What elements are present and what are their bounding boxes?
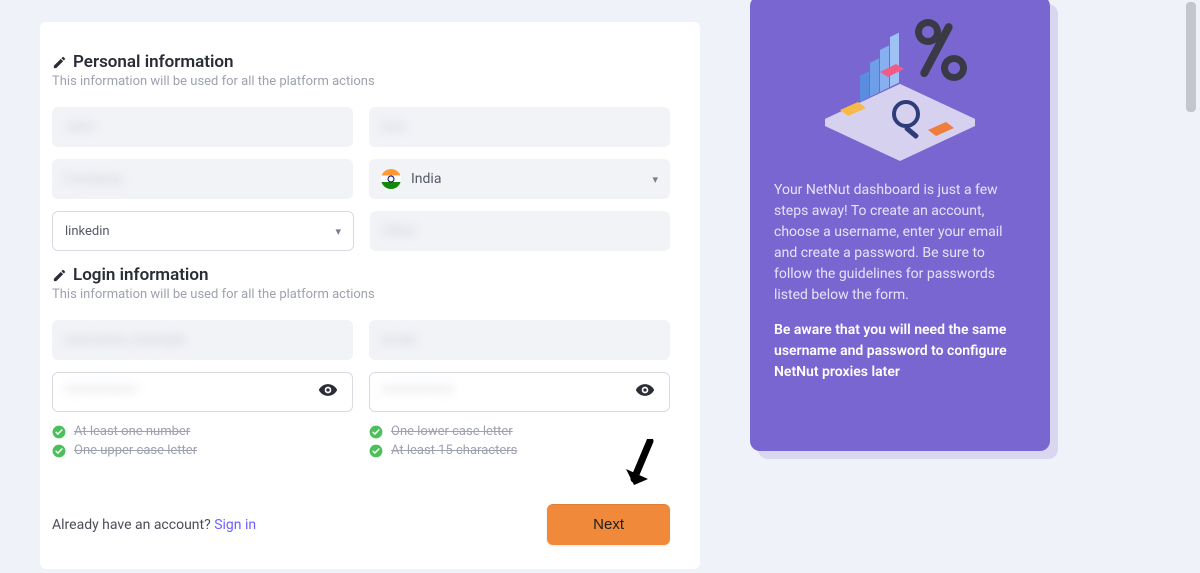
login-header: Login information	[52, 265, 670, 285]
country-select[interactable]: India ▾	[369, 159, 670, 199]
login-subtitle: This information will be used for all th…	[52, 287, 670, 302]
company-field[interactable]: Company	[52, 159, 353, 199]
personal-subtitle: This information will be used for all th…	[52, 74, 670, 89]
check-icon	[52, 425, 66, 439]
rule-length: At least 15 characters	[369, 443, 670, 458]
source-select-value: linkedin	[65, 224, 110, 239]
rule-lower: One lower case letter	[369, 424, 670, 439]
already-have-account: Already have an account? Sign in	[52, 517, 256, 533]
username-field[interactable]: username_example	[52, 320, 353, 360]
pencil-icon	[52, 55, 67, 70]
chevron-down-icon: ▾	[335, 225, 341, 238]
eye-icon[interactable]	[318, 380, 338, 404]
check-icon	[369, 444, 383, 458]
page-scrollbar[interactable]	[1183, 0, 1198, 573]
country-label: India	[411, 171, 441, 187]
pencil-icon	[52, 268, 67, 283]
check-icon	[52, 444, 66, 458]
next-button[interactable]: Next	[547, 504, 670, 545]
eye-icon[interactable]	[635, 380, 655, 404]
dashboard-illustration-icon	[774, 14, 1026, 164]
last-name-field[interactable]: Doe	[369, 107, 670, 147]
rule-number: At least one number	[52, 424, 353, 439]
sign-in-link[interactable]: Sign in	[214, 517, 256, 533]
extra-field[interactable]: Other	[370, 211, 670, 251]
personal-title: Personal information	[73, 52, 234, 72]
check-icon	[369, 425, 383, 439]
email-field[interactable]: email	[369, 320, 670, 360]
chevron-down-icon: ▾	[652, 173, 658, 186]
india-flag-icon	[381, 169, 401, 189]
confirm-password-field[interactable]: ************	[369, 372, 670, 412]
password-field[interactable]: ************	[52, 372, 353, 412]
rule-upper: One upper case letter	[52, 443, 353, 458]
personal-header: Personal information	[52, 52, 670, 72]
sidebar-p2: Be aware that you will need the same use…	[774, 320, 1026, 383]
login-title: Login information	[73, 265, 208, 285]
signup-form-card: Personal information This information wi…	[40, 22, 700, 569]
info-side-card: Your NetNut dashboard is just a few step…	[750, 0, 1050, 451]
scroll-thumb[interactable]	[1186, 2, 1196, 112]
password-rules: At least one number One upper case lette…	[52, 424, 670, 462]
source-select[interactable]: linkedin ▾	[52, 211, 354, 251]
sidebar-p1: Your NetNut dashboard is just a few step…	[774, 180, 1026, 306]
first-name-field[interactable]: John	[52, 107, 353, 147]
